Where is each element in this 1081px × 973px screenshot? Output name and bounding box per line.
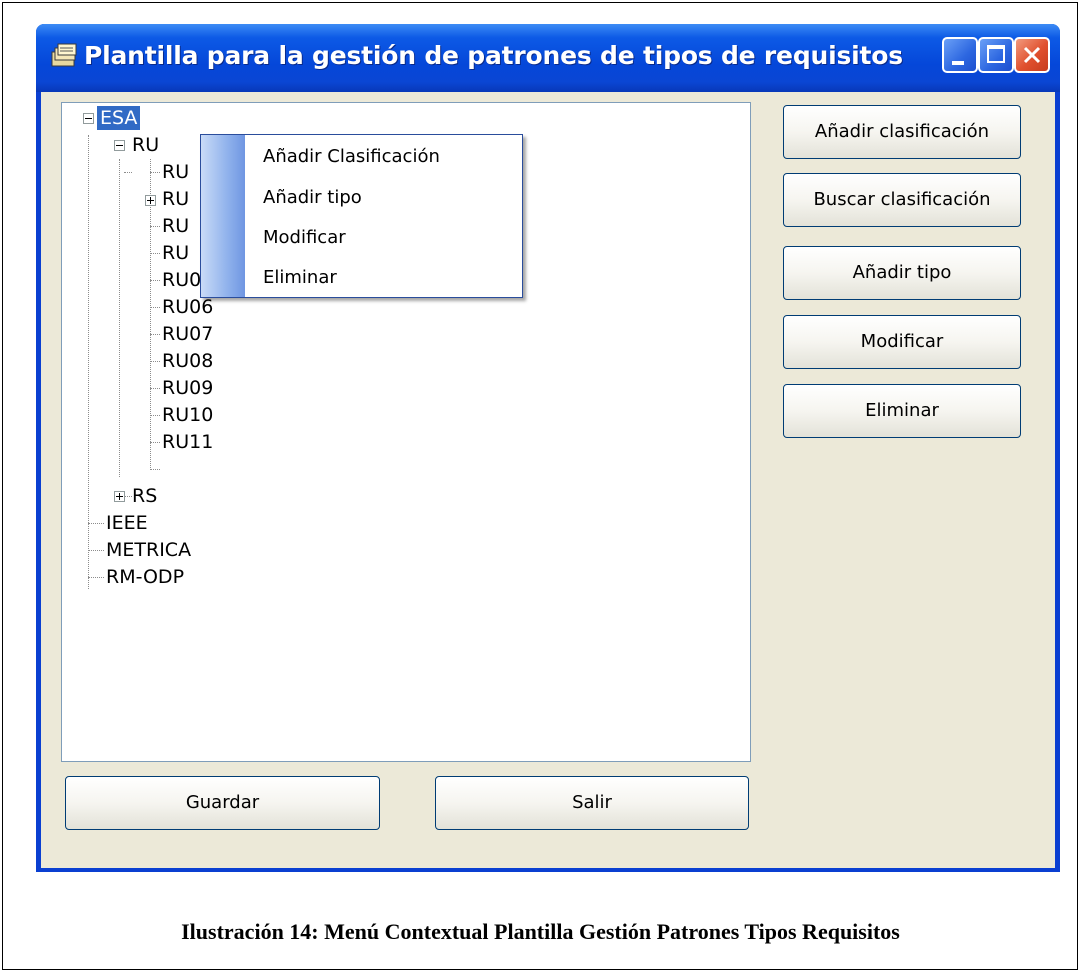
tree-node[interactable]: RU07 (162, 322, 213, 346)
tree-node[interactable]: RU (162, 241, 189, 265)
modify-button[interactable]: Modificar (783, 315, 1021, 369)
tree-node[interactable]: RU08 (162, 349, 213, 373)
minimize-icon (952, 61, 964, 65)
tree-connector (150, 469, 160, 470)
tree-connector (150, 388, 160, 389)
maximize-icon (987, 45, 1005, 63)
tree-node-ru[interactable]: RU (132, 133, 159, 157)
expand-icon[interactable] (145, 195, 156, 206)
tree-connector (150, 361, 160, 362)
tree-node-esa[interactable]: ESA (97, 106, 141, 130)
tree-node-metrica[interactable]: METRICA (106, 538, 191, 562)
tree-connector (150, 415, 160, 416)
tree-node[interactable]: RU11 (162, 430, 213, 454)
context-menu-item-add-classification[interactable]: Añadir Clasificación (263, 145, 440, 169)
expand-icon[interactable] (114, 491, 125, 502)
tree-connector (88, 135, 89, 589)
tree-connector (150, 442, 160, 443)
tree-connector (124, 172, 132, 173)
folder-stack-icon (51, 43, 77, 67)
tree-node[interactable]: RU (162, 214, 189, 238)
figure-caption: Ilustración 14: Menú Contextual Plantill… (181, 919, 900, 944)
tree-node-rm-odp[interactable]: RM-ODP (106, 565, 184, 589)
delete-button[interactable]: Eliminar (783, 384, 1021, 438)
tree-node[interactable]: RU (162, 187, 189, 211)
tree-connector (150, 307, 160, 308)
client-area: ESA RU RU RU RU RU RU05 RU06 RU07 RU08 R… (41, 92, 1055, 868)
tree-connector (124, 496, 132, 497)
tree-node[interactable]: RU09 (162, 376, 213, 400)
tree-connector (88, 550, 104, 551)
minimize-button[interactable] (942, 37, 978, 73)
collapse-icon[interactable] (114, 140, 125, 151)
context-menu: Añadir Clasificación Añadir tipo Modific… (200, 134, 523, 298)
tree-connector (88, 577, 104, 578)
tree-connector (119, 159, 120, 477)
tree-connector (150, 226, 160, 227)
context-menu-item-add-type[interactable]: Añadir tipo (263, 186, 362, 210)
title-bar[interactable]: Plantilla para la gestión de patrones de… (36, 24, 1060, 92)
save-button[interactable]: Guardar (65, 776, 380, 830)
exit-button[interactable]: Salir (435, 776, 749, 830)
tree-connector (150, 253, 160, 254)
search-classification-button[interactable]: Buscar clasificación (783, 173, 1021, 227)
context-menu-item-modify[interactable]: Modificar (263, 226, 346, 250)
tree-node[interactable]: RU06 (162, 295, 213, 319)
tree-node-ieee[interactable]: IEEE (106, 511, 148, 535)
add-classification-button[interactable]: Añadir clasificación (783, 105, 1021, 159)
context-menu-item-delete[interactable]: Eliminar (263, 266, 337, 290)
tree-node[interactable]: RU10 (162, 403, 213, 427)
app-window: Plantilla para la gestión de patrones de… (36, 24, 1060, 872)
tree-connector (150, 334, 160, 335)
maximize-button[interactable] (978, 37, 1014, 73)
tree-node[interactable]: RU (162, 160, 189, 184)
window-title: Plantilla para la gestión de patrones de… (84, 41, 903, 70)
add-type-button[interactable]: Añadir tipo (783, 246, 1021, 300)
close-icon (1023, 46, 1041, 64)
context-menu-sidebar (201, 135, 245, 297)
close-button[interactable] (1014, 37, 1050, 73)
tree-connector (150, 280, 160, 281)
tree-connector (150, 172, 160, 173)
tree-node-rs[interactable]: RS (132, 484, 157, 508)
collapse-icon[interactable] (83, 113, 94, 124)
tree-connector (88, 523, 104, 524)
